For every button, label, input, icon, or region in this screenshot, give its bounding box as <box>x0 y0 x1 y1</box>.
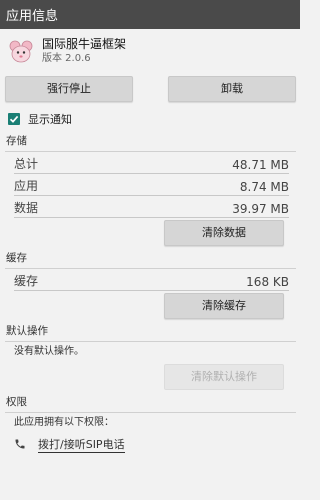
permissions-header: 权限 <box>5 392 296 413</box>
cache-label: 缓存 <box>14 274 39 288</box>
permission-item[interactable]: 拨打/接听SIP电话 <box>14 433 296 455</box>
app-version: 版本 2.0.6 <box>42 53 91 64</box>
app-action-buttons: 强行停止 卸载 <box>5 76 296 104</box>
window-title: 应用信息 <box>6 9 59 24</box>
storage-header: 存储 <box>5 131 296 152</box>
app-title-block: 国际服牛逼框架 版本 2.0.6 <box>42 37 126 65</box>
clear-cache-button[interactable]: 清除缓存 <box>164 293 284 319</box>
show-notifications-row[interactable]: 显示通知 <box>5 107 296 131</box>
storage-data-label: 数据 <box>14 201 39 215</box>
app-mouse-icon <box>9 40 33 63</box>
clear-cache-row: 清除缓存 <box>5 291 296 321</box>
cache-row: 缓存 168 KB <box>14 269 289 291</box>
defaults-header: 默认操作 <box>5 321 296 342</box>
storage-total-value: 48.71 MB <box>232 158 289 172</box>
show-notifications-label: 显示通知 <box>28 113 72 126</box>
cache-header: 缓存 <box>5 248 296 269</box>
clear-data-button[interactable]: 清除数据 <box>164 220 284 246</box>
storage-app-value: 8.74 MB <box>239 180 289 194</box>
storage-data-value: 39.97 MB <box>232 202 289 216</box>
storage-app-label: 应用 <box>14 179 39 193</box>
app-name: 国际服牛逼框架 <box>42 37 127 51</box>
permissions-text: 此应用拥有以下权限： <box>14 417 114 428</box>
title-bar: 应用信息 <box>0 0 300 29</box>
app-info-content: 国际服牛逼框架 版本 2.0.6 强行停止 卸载 显示通知 存储 总计 48.7… <box>0 29 300 455</box>
defaults-text: 没有默认操作。 <box>14 346 84 357</box>
clear-data-row: 清除数据 <box>5 218 296 248</box>
show-notifications-checkbox[interactable] <box>8 113 20 125</box>
clear-defaults-row: 清除默认操作 <box>5 362 296 392</box>
phone-icon <box>15 439 25 449</box>
checkmark-icon <box>9 115 19 123</box>
storage-app-row: 应用 8.74 MB <box>14 174 289 196</box>
cache-value: 168 KB <box>246 275 289 289</box>
storage-data-row: 数据 39.97 MB <box>14 196 289 218</box>
permission-label: 拨打/接听SIP电话 <box>38 437 125 453</box>
storage-total-label: 总计 <box>14 157 39 171</box>
storage-total-row: 总计 48.71 MB <box>14 152 289 174</box>
clear-defaults-button[interactable]: 清除默认操作 <box>164 364 284 390</box>
force-stop-button[interactable]: 强行停止 <box>5 76 133 102</box>
app-header: 国际服牛逼框架 版本 2.0.6 <box>5 29 296 73</box>
uninstall-button[interactable]: 卸载 <box>168 76 296 102</box>
